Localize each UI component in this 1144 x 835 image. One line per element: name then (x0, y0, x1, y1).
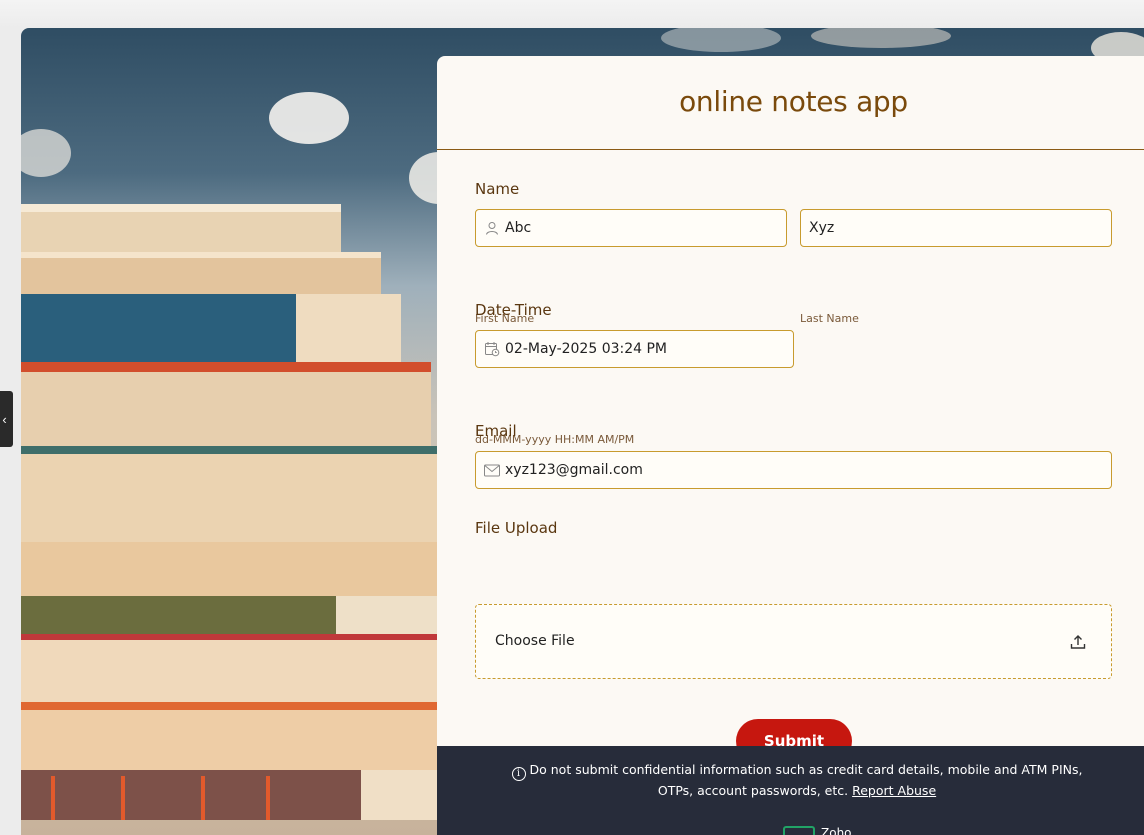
chevron-left-icon: ‹ (2, 411, 7, 427)
confidential-notice: i Do not submit confidential information … (497, 760, 1097, 801)
info-icon: i (511, 767, 526, 781)
name-label: Name (475, 180, 520, 198)
form-title: online notes app (679, 85, 908, 118)
form-header: online notes app (437, 56, 1144, 150)
first-name-value: Abc (505, 220, 532, 236)
last-name-value: Xyz (809, 220, 835, 236)
user-icon (483, 219, 501, 237)
email-label: Email (475, 422, 517, 440)
last-name-input[interactable]: Xyz (800, 209, 1112, 247)
calendar-clock-icon (483, 340, 501, 358)
form-card: online notes app Name Abc First Name Xyz… (437, 56, 1144, 835)
zoho-branding[interactable]: Zoho (783, 826, 852, 835)
last-name-hint: Last Name (800, 312, 859, 325)
datetime-label: Date-Time (475, 301, 552, 319)
browser-top-strip (0, 0, 1144, 28)
notice-text: Do not submit confidential information s… (529, 762, 1083, 798)
datetime-value: 02-May-2025 03:24 PM (505, 341, 668, 357)
file-upload-label: File Upload (475, 519, 558, 537)
footer-notice: i Do not submit confidential information … (437, 746, 1144, 835)
email-value: xyz123@gmail.com (505, 462, 643, 478)
file-upload-dropzone[interactable]: Choose File (475, 604, 1112, 679)
mail-icon (483, 461, 501, 479)
zoho-brand-text: Zoho (821, 826, 852, 835)
email-input[interactable]: xyz123@gmail.com (475, 451, 1112, 489)
datetime-input[interactable]: 02-May-2025 03:24 PM (475, 330, 794, 368)
choose-file-button[interactable]: Choose File (495, 633, 575, 649)
first-name-input[interactable]: Abc (475, 209, 787, 247)
zoho-logo-icon (783, 826, 815, 835)
collapse-tab[interactable]: ‹ (0, 391, 13, 447)
report-abuse-link[interactable]: Report Abuse (852, 783, 936, 798)
upload-icon[interactable] (1069, 633, 1087, 651)
